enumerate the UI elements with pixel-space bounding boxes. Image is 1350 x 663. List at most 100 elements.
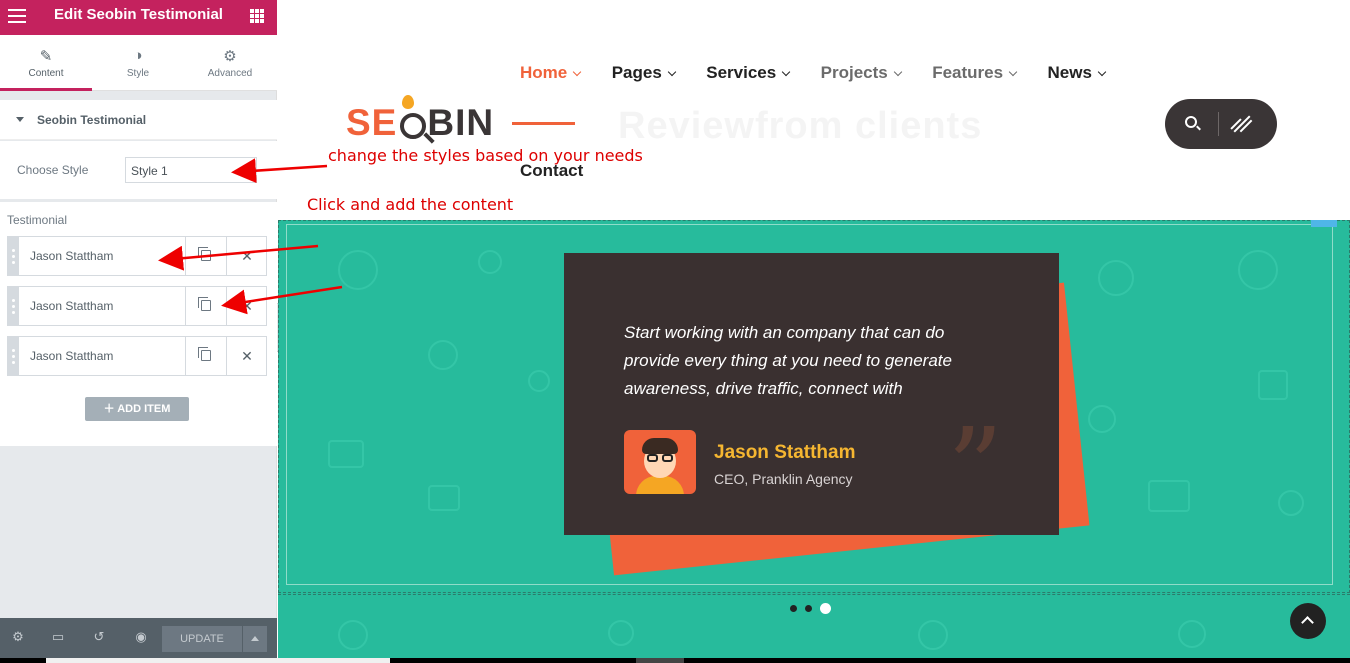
choose-style-control: Choose Style Style 1 — [0, 141, 277, 199]
tab-style[interactable]: ◑ Style — [92, 35, 184, 91]
widgets-grid-icon[interactable] — [250, 9, 264, 23]
tab-advanced[interactable]: ⚙ Advanced — [184, 35, 276, 91]
slider-pagination — [790, 600, 839, 618]
search-icon[interactable] — [1185, 116, 1197, 128]
repeater-item-title[interactable]: Jason Stattham — [30, 349, 113, 363]
back-to-top-button[interactable] — [1290, 603, 1326, 639]
annotation-content: Click and add the content — [307, 195, 514, 214]
pattern-shape — [608, 620, 634, 646]
panel-header: Edit Seobin Testimonial — [0, 0, 277, 35]
tab-style-label: Style — [126, 68, 150, 79]
panel-title: Edit Seobin Testimonial — [54, 6, 223, 23]
site-header: Reviewfrom clients SE BIN Home Pages Serv… — [278, 0, 1350, 220]
duplicate-button[interactable] — [185, 237, 226, 275]
tab-advanced-label: Advanced — [207, 68, 253, 79]
repeater-label: Testimonial — [7, 213, 68, 227]
nav-item-news[interactable]: News — [1048, 63, 1107, 83]
magnifier-icon — [400, 113, 426, 139]
add-item-label: ADD ITEM — [117, 403, 171, 415]
close-icon: ✕ — [241, 298, 253, 314]
slider-dot[interactable] — [805, 605, 812, 613]
pattern-shape — [1088, 405, 1116, 433]
choose-style-label: Choose Style — [17, 163, 89, 177]
slider-dot-active[interactable] — [820, 603, 831, 615]
update-options-icon[interactable] — [243, 626, 267, 652]
add-item-button[interactable]: ＋ ADD ITEM — [85, 397, 189, 421]
site-logo[interactable]: SE BIN — [346, 95, 494, 150]
repeater-item-title[interactable]: Jason Stattham — [30, 299, 113, 313]
copy-icon — [198, 247, 211, 261]
pattern-shape — [328, 440, 364, 468]
pattern-shape — [478, 250, 502, 274]
nav-item-pages[interactable]: Pages — [612, 63, 677, 83]
nav-item-services[interactable]: Services — [706, 63, 791, 83]
pattern-shape — [428, 485, 460, 511]
chevron-down-icon — [572, 67, 582, 77]
main-navigation: Home Pages Services Projects Features Ne… — [520, 63, 1132, 89]
pencil-icon: ✎ — [39, 48, 53, 65]
copy-icon — [198, 347, 211, 361]
pattern-shape — [428, 340, 458, 370]
copy-icon — [198, 297, 211, 311]
drag-handle-icon[interactable] — [8, 287, 19, 325]
nav-item-features[interactable]: Features — [932, 63, 1018, 83]
remove-button[interactable]: ✕ — [226, 287, 267, 325]
pattern-shape — [338, 250, 378, 290]
gear-icon[interactable]: ⚙ — [10, 629, 26, 645]
testimonial-author-role: CEO, Pranklin Agency — [714, 471, 853, 487]
logo-divider — [512, 122, 575, 125]
testimonial-quote: Start working with an company that can d… — [624, 323, 952, 398]
drag-handle-icon[interactable] — [8, 237, 19, 275]
chevron-down-icon — [893, 67, 902, 77]
pattern-shape — [1238, 250, 1278, 290]
close-icon: ✕ — [241, 348, 253, 364]
header-actions — [1165, 99, 1277, 149]
testimonial-author-name: Jason Stattham — [714, 442, 856, 463]
history-icon[interactable]: ↺ — [91, 629, 107, 645]
plus-icon: ＋ — [103, 403, 118, 415]
slider-dot[interactable] — [790, 605, 797, 613]
repeater-item[interactable]: Jason Stattham ✕ — [7, 236, 267, 276]
quote-mark-icon: ” — [947, 404, 1004, 532]
update-button[interactable]: UPDATE — [162, 626, 242, 652]
editor-panel: Edit Seobin Testimonial ✎ Content ◑ Styl… — [0, 0, 277, 663]
pattern-shape — [918, 620, 948, 650]
remove-button[interactable]: ✕ — [226, 237, 267, 275]
duplicate-button[interactable] — [185, 287, 226, 325]
section-separator — [278, 594, 1350, 595]
repeater-item[interactable]: Jason Stattham ✕ — [7, 336, 267, 376]
pattern-shape — [1258, 370, 1288, 400]
section-toggle[interactable]: Seobin Testimonial — [0, 100, 277, 140]
panel-footer: ⚙ ▭ ↺ ◉ UPDATE — [0, 618, 277, 658]
close-icon: ✕ — [241, 248, 253, 264]
avatar — [624, 430, 696, 494]
site-preview: Reviewfrom clients SE BIN Home Pages Serv… — [278, 0, 1350, 663]
nav-item-projects[interactable]: Projects — [821, 63, 902, 83]
choose-style-select[interactable]: Style 1 — [125, 157, 257, 183]
pattern-shape — [1148, 480, 1190, 512]
taskbar-strip — [0, 658, 1350, 663]
tab-content[interactable]: ✎ Content — [0, 35, 92, 91]
duplicate-button[interactable] — [185, 337, 226, 375]
drag-handle-icon[interactable] — [8, 337, 19, 375]
section-handle[interactable] — [1311, 220, 1337, 227]
testimonial-card[interactable]: Start working with an company that can d… — [564, 253, 1059, 535]
contrast-icon: ◑ — [133, 47, 143, 64]
tab-content-label: Content — [28, 68, 64, 79]
chevron-down-icon — [667, 67, 677, 77]
logo-text-se: SE — [346, 102, 398, 143]
section-title: Seobin Testimonial — [37, 113, 147, 127]
testimonial-section[interactable]: Start working with an company that can d… — [278, 220, 1350, 663]
pattern-shape — [1278, 490, 1304, 516]
nav-item-home[interactable]: Home — [520, 63, 582, 83]
repeater-item[interactable]: Jason Stattham ✕ — [7, 286, 267, 326]
eye-icon[interactable]: ◉ — [133, 629, 149, 645]
repeater-item-title[interactable]: Jason Stattham — [30, 249, 113, 263]
annotation-styles: change the styles based on your needs — [328, 146, 643, 165]
chevron-down-icon — [781, 67, 791, 77]
offcanvas-menu-icon[interactable] — [1227, 111, 1255, 137]
desktop-icon[interactable]: ▭ — [50, 629, 66, 645]
pattern-shape — [338, 620, 368, 650]
remove-button[interactable]: ✕ — [226, 337, 267, 375]
chevron-down-icon — [1097, 67, 1107, 77]
